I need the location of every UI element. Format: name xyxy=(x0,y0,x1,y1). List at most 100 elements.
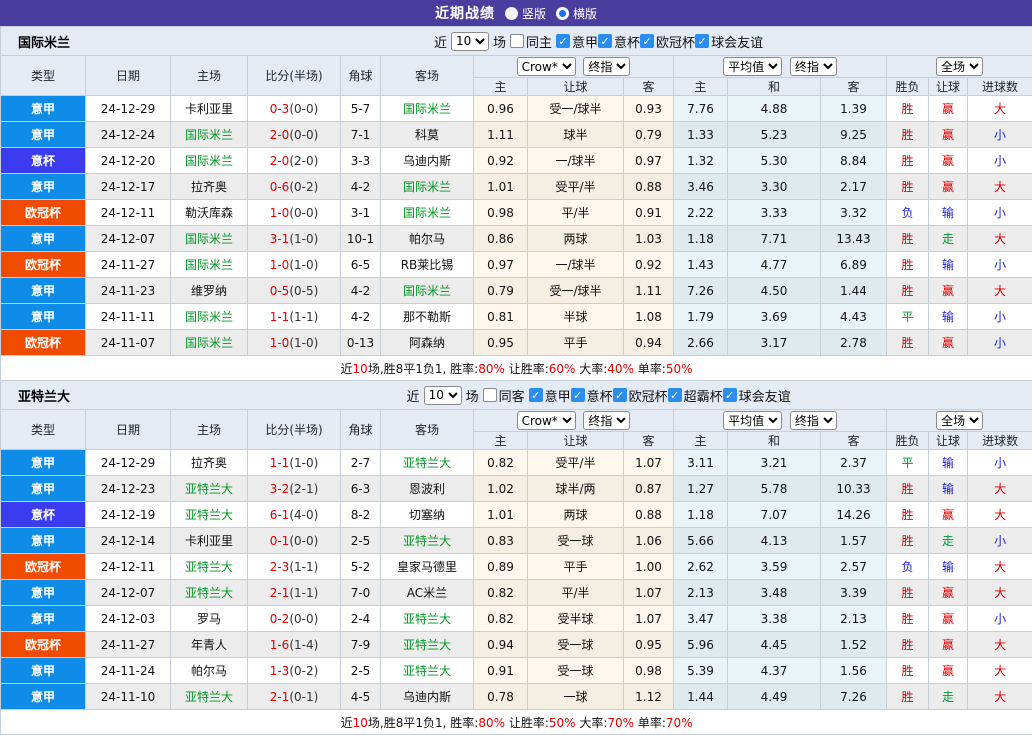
competition-checkbox[interactable]: ✓ xyxy=(571,388,585,402)
recent-label: 近 xyxy=(407,386,420,405)
competition-label: 欧冠杯 xyxy=(629,386,668,405)
competition-checkbox[interactable]: ✓ xyxy=(640,34,654,48)
competition-badge: 意甲 xyxy=(1,96,86,122)
same-venue-checkbox[interactable] xyxy=(483,388,497,402)
matches-unit-label: 场 xyxy=(466,386,479,405)
competition-filter[interactable]: ✓意杯 xyxy=(598,32,640,51)
radio-selected-icon[interactable] xyxy=(556,7,569,20)
away-odds: 1.07 xyxy=(624,450,674,476)
competition-checkbox[interactable]: ✓ xyxy=(613,388,627,402)
same-venue-filter[interactable]: 同客 xyxy=(483,386,525,405)
match-date: 24-11-23 xyxy=(86,278,171,304)
match-date: 24-11-11 xyxy=(86,304,171,330)
odds-stage-select[interactable]: 终指 xyxy=(583,57,630,76)
home-team: 卡利亚里 xyxy=(171,528,248,554)
competition-filter[interactable]: ✓意甲 xyxy=(529,386,571,405)
goals-result: 大 xyxy=(968,632,1032,658)
competition-checkbox[interactable]: ✓ xyxy=(695,34,709,48)
halftime-score: (1-4) xyxy=(289,638,318,652)
match-date: 24-12-03 xyxy=(86,606,171,632)
competition-filter[interactable]: ✓球会友谊 xyxy=(695,32,763,51)
summary-segment: 单率: xyxy=(634,716,666,730)
competition-label: 球会友谊 xyxy=(711,32,763,51)
away-team: 阿森纳 xyxy=(381,330,474,356)
away-odds: 0.92 xyxy=(624,252,674,278)
home-team: 亚特兰大 xyxy=(171,684,248,710)
recent-count-select[interactable]: 10 xyxy=(451,32,489,51)
same-venue-checkbox[interactable] xyxy=(510,34,524,48)
same-venue-filter[interactable]: 同主 xyxy=(510,32,552,51)
summary-segment: 近 xyxy=(341,716,353,730)
avg-away-odds: 13.43 xyxy=(821,226,887,252)
match-row: 欧冠杯24-11-27年青人1-6(1-4)7-9亚特兰大0.94受一球0.95… xyxy=(1,632,1032,658)
avg-stage-select[interactable]: 终指 xyxy=(790,57,837,76)
avg-home-odds: 3.46 xyxy=(674,174,728,200)
odds-source-select[interactable]: Crow* xyxy=(517,57,576,76)
away-team: 恩波利 xyxy=(381,476,474,502)
layout-option-vertical[interactable]: 竖版 xyxy=(505,5,546,22)
avg-source-select[interactable]: 平均值 xyxy=(723,57,782,76)
col-header-type: 类型 xyxy=(1,56,86,96)
competition-filter[interactable]: ✓球会友谊 xyxy=(723,386,791,405)
avg-stage-select[interactable]: 终指 xyxy=(790,411,837,430)
match-date: 24-11-27 xyxy=(86,252,171,278)
home-team: 国际米兰 xyxy=(171,330,248,356)
corner-count: 3-1 xyxy=(341,200,381,226)
summary-segment: 大率: xyxy=(575,362,607,376)
competition-checkbox[interactable]: ✓ xyxy=(556,34,570,48)
match-score: 1-0(1-0) xyxy=(248,330,341,356)
competition-filter[interactable]: ✓欧冠杯 xyxy=(640,32,695,51)
competition-badge: 意甲 xyxy=(1,278,86,304)
away-odds: 1.08 xyxy=(624,304,674,330)
home-odds: 0.82 xyxy=(474,450,528,476)
home-team: 卡利亚里 xyxy=(171,96,248,122)
match-date: 24-12-11 xyxy=(86,200,171,226)
competition-filter[interactable]: ✓欧冠杯 xyxy=(613,386,668,405)
competition-filter[interactable]: ✓意杯 xyxy=(571,386,613,405)
handicap-result: 赢 xyxy=(929,278,968,304)
layout-option-horizontal[interactable]: 横版 xyxy=(556,5,597,22)
avg-home-odds: 3.11 xyxy=(674,450,728,476)
avg-group-header: 平均值 终指 xyxy=(674,410,887,432)
avg-draw-odds: 3.48 xyxy=(728,580,821,606)
corner-count: 7-1 xyxy=(341,122,381,148)
competition-checkbox[interactable]: ✓ xyxy=(668,388,682,402)
match-row: 欧冠杯24-11-07国际米兰1-0(1-0)0-13阿森纳0.95平手0.94… xyxy=(1,330,1032,356)
fulltime-score: 1-1 xyxy=(270,310,290,324)
handicap-line: 平/半 xyxy=(528,200,624,226)
match-row: 意甲24-12-17拉齐奥0-6(0-2)4-2国际米兰1.01受平/半0.88… xyxy=(1,174,1032,200)
competition-checkbox[interactable]: ✓ xyxy=(529,388,543,402)
competition-filter[interactable]: ✓超霸杯 xyxy=(668,386,723,405)
outcome-result: 胜 xyxy=(887,606,929,632)
match-date: 24-11-24 xyxy=(86,658,171,684)
competition-checkbox[interactable]: ✓ xyxy=(723,388,737,402)
competition-badge: 意甲 xyxy=(1,174,86,200)
home-odds: 0.82 xyxy=(474,580,528,606)
match-score: 1-3(0-2) xyxy=(248,658,341,684)
competition-badge: 意甲 xyxy=(1,122,86,148)
home-odds: 0.91 xyxy=(474,658,528,684)
scope-select[interactable]: 全场 xyxy=(936,57,983,76)
competition-label: 超霸杯 xyxy=(684,386,723,405)
competition-filter[interactable]: ✓意甲 xyxy=(556,32,598,51)
avg-home-odds: 1.27 xyxy=(674,476,728,502)
match-date: 24-12-23 xyxy=(86,476,171,502)
away-odds: 0.94 xyxy=(624,330,674,356)
recent-count-select[interactable]: 10 xyxy=(424,386,462,405)
avg-source-select[interactable]: 平均值 xyxy=(723,411,782,430)
competition-checkbox[interactable]: ✓ xyxy=(598,34,612,48)
home-team: 罗马 xyxy=(171,606,248,632)
avg-away-odds: 2.13 xyxy=(821,606,887,632)
odds-stage-select[interactable]: 终指 xyxy=(583,411,630,430)
scope-select[interactable]: 全场 xyxy=(936,411,983,430)
handicap-line: 受平/半 xyxy=(528,174,624,200)
avg-home-odds: 2.66 xyxy=(674,330,728,356)
halftime-score: (0-5) xyxy=(289,284,318,298)
col-header-date: 日期 xyxy=(86,410,171,450)
odds-source-select[interactable]: Crow* xyxy=(517,411,576,430)
competition-badge: 意杯 xyxy=(1,502,86,528)
handicap-line: 两球 xyxy=(528,226,624,252)
handicap-result: 输 xyxy=(929,200,968,226)
avg-home-odds: 5.39 xyxy=(674,658,728,684)
radio-icon[interactable] xyxy=(505,7,518,20)
